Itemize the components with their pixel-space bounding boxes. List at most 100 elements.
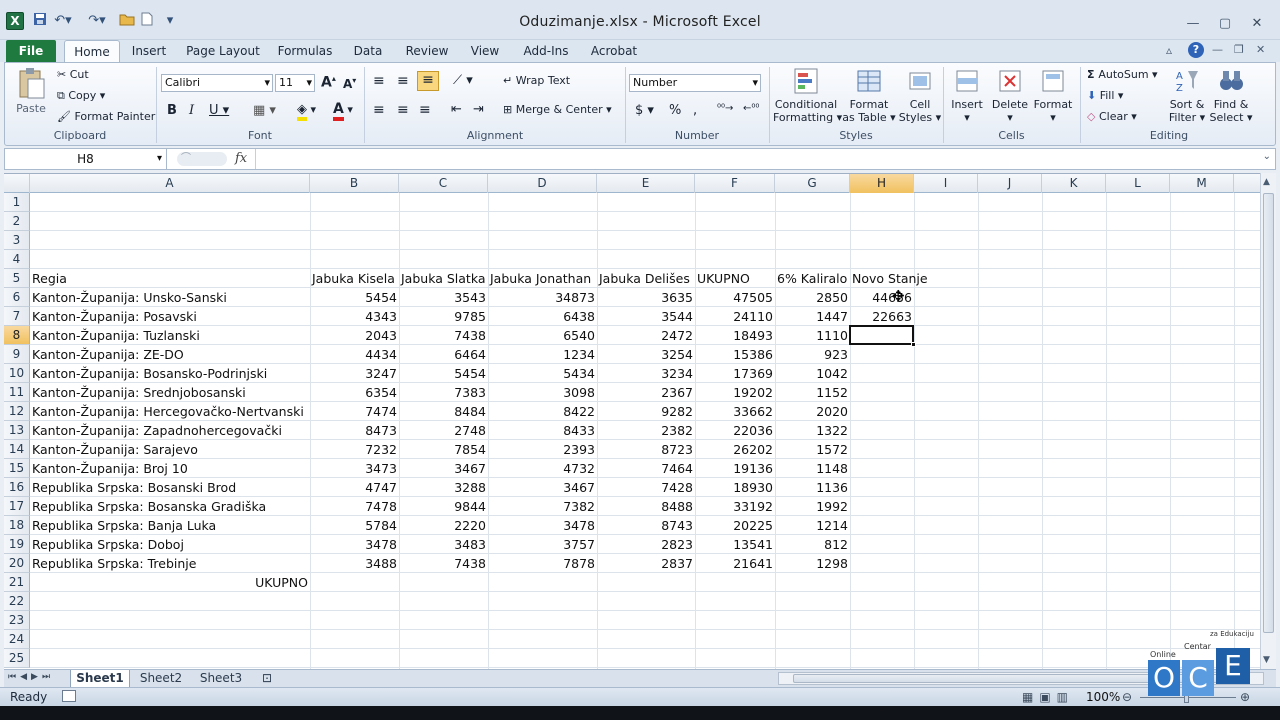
close-icon[interactable]: ✕ [1244, 15, 1270, 33]
cell-c20[interactable]: 7438 [399, 554, 488, 573]
wrap-text-button[interactable]: ↵ Wrap Text [503, 74, 570, 87]
cell-d7[interactable]: 6438 [488, 307, 597, 326]
conditional-formatting-button[interactable]: Conditional Formatting ▾ [773, 67, 842, 124]
tab-insert[interactable]: Insert [126, 40, 172, 62]
row-header-23[interactable]: 23 [4, 611, 30, 630]
scroll-down-icon[interactable]: ▼ [1263, 655, 1270, 665]
cell-f12[interactable]: 33662 [695, 402, 775, 421]
cell-e12[interactable]: 9282 [597, 402, 695, 421]
row-header-6[interactable]: 6 [4, 288, 30, 307]
row-header-20[interactable]: 20 [4, 554, 30, 573]
tab-view[interactable]: View [464, 40, 506, 62]
fill-handle[interactable] [911, 342, 916, 347]
cell-a8[interactable]: Kanton-Županija: Tuzlanski [30, 326, 310, 345]
cell-b16[interactable]: 4747 [310, 478, 399, 497]
row-header-10[interactable]: 10 [4, 364, 30, 383]
column-header-b[interactable]: B [310, 174, 399, 193]
cell-g19[interactable]: 812 [775, 535, 850, 554]
cell-b6[interactable]: 5454 [310, 288, 399, 307]
cell-b7[interactable]: 4343 [310, 307, 399, 326]
tab-formulas[interactable]: Formulas [274, 40, 336, 62]
cell-g12[interactable]: 2020 [775, 402, 850, 421]
cell-a6[interactable]: Kanton-Županija: Unsko-Sanski [30, 288, 310, 307]
zoom-out-icon[interactable]: ⊖ [1122, 690, 1132, 704]
cell-e8[interactable]: 2472 [597, 326, 695, 345]
cell-a10[interactable]: Kanton-Županija: Bosansko-Podrinjski [30, 364, 310, 383]
cell-d17[interactable]: 7382 [488, 497, 597, 516]
column-header-f[interactable]: F [695, 174, 775, 193]
tab-home[interactable]: Home [64, 40, 120, 62]
fill-button[interactable]: ⬇ Fill ▾ [1087, 89, 1123, 102]
tab-page-layout[interactable]: Page Layout [184, 40, 262, 62]
decrease-indent-icon[interactable]: ⇤ [451, 102, 462, 117]
column-header-d[interactable]: D [488, 174, 597, 193]
sheet-tab-sheet2[interactable]: Sheet2 [132, 670, 190, 688]
cell-g16[interactable]: 1136 [775, 478, 850, 497]
cell-g11[interactable]: 1152 [775, 383, 850, 402]
cell-g18[interactable]: 1214 [775, 516, 850, 535]
borders-icon[interactable]: ▦ ▾ [253, 103, 276, 118]
column-header-l[interactable]: L [1106, 174, 1170, 193]
align-center-icon[interactable]: ≡ [397, 102, 409, 118]
cell-f17[interactable]: 33192 [695, 497, 775, 516]
row-header-1[interactable]: 1 [4, 193, 30, 212]
tab-data[interactable]: Data [346, 40, 390, 62]
tab-review[interactable]: Review [400, 40, 454, 62]
cell-b15[interactable]: 3473 [310, 459, 399, 478]
cell-a19[interactable]: Republika Srpska: Doboj [30, 535, 310, 554]
cell-a17[interactable]: Republika Srpska: Bosanska Gradiška [30, 497, 310, 516]
align-right-icon[interactable]: ≡ [419, 102, 431, 118]
cell-d9[interactable]: 1234 [488, 345, 597, 364]
collapse-ribbon-icon[interactable]: ▵ [1166, 43, 1172, 57]
cell-d11[interactable]: 3098 [488, 383, 597, 402]
cell-a14[interactable]: Kanton-Županija: Sarajevo [30, 440, 310, 459]
cell-c8[interactable]: 7438 [399, 326, 488, 345]
cell-c15[interactable]: 3467 [399, 459, 488, 478]
cell-g10[interactable]: 1042 [775, 364, 850, 383]
insert-sheet-icon[interactable]: ⊡ [254, 670, 280, 688]
cell-b10[interactable]: 3247 [310, 364, 399, 383]
cell-b19[interactable]: 3478 [310, 535, 399, 554]
grow-font-icon[interactable]: A▴ [321, 74, 336, 91]
format-as-table-button[interactable]: Format as Table ▾ [841, 67, 897, 124]
cell-g15[interactable]: 1148 [775, 459, 850, 478]
formula-input[interactable] [261, 151, 1261, 167]
cell-c14[interactable]: 7854 [399, 440, 488, 459]
cell-a18[interactable]: Republika Srpska: Banja Luka [30, 516, 310, 535]
cell-b5[interactable]: Jabuka Kisela [310, 269, 399, 288]
cell-c16[interactable]: 3288 [399, 478, 488, 497]
cell-f9[interactable]: 15386 [695, 345, 775, 364]
number-format-select[interactable]: Number ▾ [629, 74, 761, 92]
cell-b17[interactable]: 7478 [310, 497, 399, 516]
cell-a9[interactable]: Kanton-Županija: ZE-DO [30, 345, 310, 364]
cell-e7[interactable]: 3544 [597, 307, 695, 326]
row-header-18[interactable]: 18 [4, 516, 30, 535]
cell-d13[interactable]: 8433 [488, 421, 597, 440]
cell-d10[interactable]: 5434 [488, 364, 597, 383]
row-header-2[interactable]: 2 [4, 212, 30, 231]
cell-b20[interactable]: 3488 [310, 554, 399, 573]
format-cells-button[interactable]: Format ▾ [1031, 67, 1075, 124]
view-mode-icons[interactable]: ▦▣▥ [1022, 690, 1074, 704]
formula-bar-expand-icon[interactable]: ⌄ [1263, 151, 1271, 162]
row-header-12[interactable]: 12 [4, 402, 30, 421]
scroll-thumb[interactable] [1263, 193, 1274, 633]
insert-cells-button[interactable]: Insert ▾ [947, 67, 987, 124]
italic-icon[interactable]: I [189, 103, 194, 118]
cell-f6[interactable]: 47505 [695, 288, 775, 307]
cell-e20[interactable]: 2837 [597, 554, 695, 573]
cell-d20[interactable]: 7878 [488, 554, 597, 573]
cell-f20[interactable]: 21641 [695, 554, 775, 573]
cell-e19[interactable]: 2823 [597, 535, 695, 554]
cell-b9[interactable]: 4434 [310, 345, 399, 364]
find-select-button[interactable]: Find & Select ▾ [1209, 67, 1253, 124]
row-header-19[interactable]: 19 [4, 535, 30, 554]
cell-b18[interactable]: 5784 [310, 516, 399, 535]
vertical-scrollbar[interactable]: ▲ ▼ [1260, 173, 1276, 669]
copy-button[interactable]: ⧉ Copy ▾ [57, 89, 105, 103]
font-color-icon[interactable]: A ▾ [333, 101, 353, 121]
cell-d15[interactable]: 4732 [488, 459, 597, 478]
cell-d18[interactable]: 3478 [488, 516, 597, 535]
shrink-font-icon[interactable]: A▾ [343, 76, 356, 91]
sheet-nav-icons[interactable]: ⏮◀▶⏭ [8, 672, 54, 682]
